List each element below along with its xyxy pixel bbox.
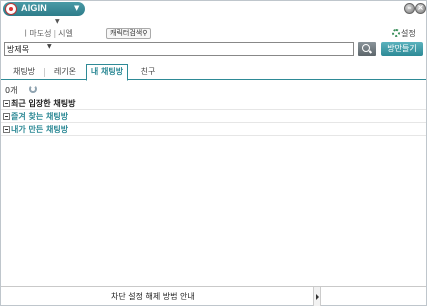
group-label: 내가 만든 채팅방 bbox=[11, 125, 69, 134]
server-name: 시엘 bbox=[58, 29, 73, 38]
app-menu-button[interactable]: AIGIN ▼ bbox=[3, 2, 85, 16]
chevron-down-icon: ▼ bbox=[47, 43, 52, 50]
character-status: ㅣ마도성 bbox=[22, 29, 52, 38]
bottom-notice-bar: 차단 설정 해제 방법 안내 bbox=[1, 286, 426, 306]
app-logo: AIGIN bbox=[21, 3, 48, 13]
character-search-button[interactable]: 캐릭터검색⚲ bbox=[106, 28, 152, 39]
collapse-icon[interactable] bbox=[3, 113, 10, 120]
group-label: 즐겨 찾는 채팅방 bbox=[11, 112, 69, 121]
search-input[interactable] bbox=[63, 43, 351, 55]
tab-my-chat-rooms[interactable]: 내 채팅방 bbox=[86, 64, 128, 81]
search-type-select[interactable]: 방제목 ▼ bbox=[7, 43, 52, 55]
tab-chat-rooms[interactable]: 채팅방 bbox=[7, 65, 41, 80]
search-type-value: 방제목 bbox=[7, 45, 30, 54]
group-my-rooms[interactable]: 내가 만든 채팅방 bbox=[1, 123, 426, 136]
character-search-label: 캐릭터검색 bbox=[110, 29, 143, 37]
tab-legion[interactable]: 레기온 bbox=[48, 65, 82, 80]
tab-bar: 채팅방 레기온 내 채팅방 친구 bbox=[1, 62, 426, 81]
search-icon: ⚲ bbox=[142, 29, 148, 37]
minimize-icon: – bbox=[407, 3, 412, 12]
separator: | bbox=[53, 29, 57, 38]
group-recent-rooms[interactable]: 최근 입장한 채팅방 bbox=[1, 97, 426, 110]
group-favorite-rooms[interactable]: 즐겨 찾는 채팅방 bbox=[1, 110, 426, 123]
search-button[interactable] bbox=[358, 42, 376, 56]
tab-divider bbox=[44, 68, 45, 77]
messenger-window: AIGIN ▼ – × ▼ ㅣ마도성 | 시엘 캐릭터검색⚲ 설정 방제목 ▼ 방만… bbox=[0, 0, 427, 306]
profile-line: ㅣ마도성 | 시엘 bbox=[22, 28, 73, 40]
make-room-button[interactable]: 방만들기 bbox=[381, 42, 423, 56]
minimize-button[interactable]: – bbox=[404, 3, 415, 14]
collapse-icon[interactable] bbox=[3, 126, 10, 133]
room-count: 0개 bbox=[5, 86, 18, 95]
expand-chevron-icon[interactable]: ▼ bbox=[55, 18, 60, 25]
close-icon: × bbox=[417, 3, 424, 12]
chevron-down-icon: ▼ bbox=[74, 4, 80, 12]
close-button[interactable]: × bbox=[415, 3, 426, 14]
next-arrow-icon[interactable] bbox=[313, 287, 321, 306]
settings-label: 설정 bbox=[401, 29, 416, 38]
tab-friends[interactable]: 친구 bbox=[135, 65, 161, 80]
group-label: 최근 입장한 채팅방 bbox=[11, 99, 76, 108]
collapse-icon[interactable] bbox=[3, 100, 10, 107]
unblock-guide-link[interactable]: 차단 설정 해제 방법 안내 bbox=[111, 291, 195, 302]
settings-button[interactable]: 설정 bbox=[392, 28, 416, 39]
app-badge-icon bbox=[5, 3, 17, 15]
title-bar: AIGIN ▼ – × bbox=[1, 1, 426, 17]
refresh-icon[interactable] bbox=[29, 85, 37, 93]
gear-icon bbox=[392, 29, 400, 37]
search-bar: 방제목 ▼ bbox=[4, 42, 354, 56]
